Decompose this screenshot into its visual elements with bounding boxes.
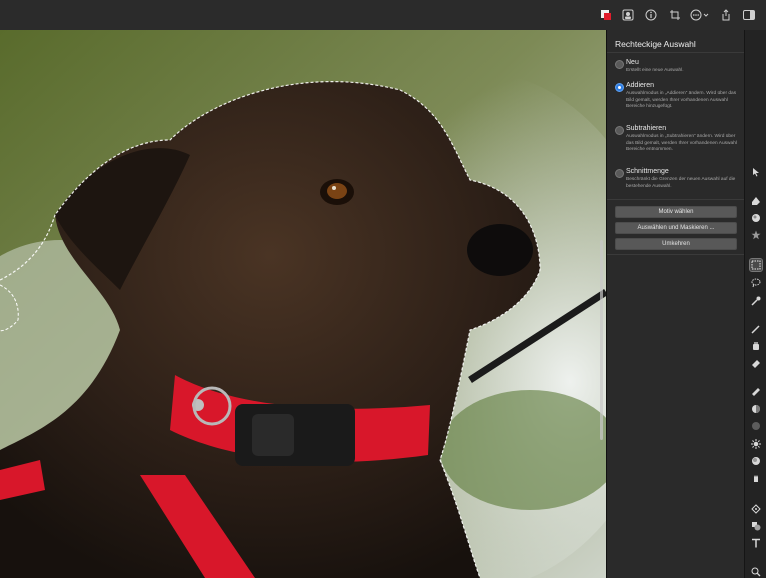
radio-addieren[interactable] bbox=[615, 83, 624, 92]
select-subject-button[interactable]: Motiv wählen bbox=[615, 206, 737, 218]
option-description: Erstellt eine neue Auswahl. bbox=[626, 68, 684, 73]
option-description: Auswahlmodus in „Addieren“ ändern. Wird … bbox=[626, 91, 737, 109]
zoom-icon[interactable] bbox=[750, 566, 762, 578]
divider bbox=[607, 52, 745, 53]
pointer-icon[interactable] bbox=[750, 166, 762, 178]
radio-subtrahieren[interactable] bbox=[615, 126, 624, 135]
brush-icon[interactable] bbox=[750, 323, 762, 335]
tools-sidebar bbox=[744, 30, 766, 578]
vector-pen-icon[interactable] bbox=[750, 503, 762, 515]
shapes-icon[interactable] bbox=[750, 520, 762, 532]
invert-selection-button[interactable]: Umkehren bbox=[615, 238, 737, 250]
crop-rotate-icon[interactable] bbox=[667, 7, 683, 23]
option-label: Subtrahieren bbox=[626, 125, 667, 132]
panel-title: Rechteckige Auswahl bbox=[615, 39, 696, 49]
canvas-scrollbar[interactable] bbox=[600, 240, 603, 440]
rect-select-icon[interactable] bbox=[749, 258, 763, 272]
divider bbox=[607, 199, 745, 200]
dog-photo bbox=[0, 30, 606, 578]
smudge-icon[interactable] bbox=[750, 472, 762, 484]
more-options-icon[interactable] bbox=[690, 7, 712, 23]
color-swatch-icon[interactable] bbox=[598, 7, 614, 23]
option-label: Addieren bbox=[626, 82, 655, 89]
star-icon[interactable] bbox=[750, 229, 762, 241]
text-icon[interactable] bbox=[750, 537, 762, 549]
magic-brush-icon[interactable] bbox=[750, 295, 762, 307]
burn-icon[interactable] bbox=[750, 455, 762, 467]
blob-icon[interactable] bbox=[750, 212, 762, 224]
bandage-icon[interactable] bbox=[750, 386, 762, 398]
stamp-icon[interactable] bbox=[750, 403, 762, 415]
image-canvas[interactable] bbox=[0, 30, 606, 578]
radio-neu[interactable] bbox=[615, 60, 624, 69]
radio-schnittmenge[interactable] bbox=[615, 169, 624, 178]
option-label: Schnittmenge bbox=[626, 168, 669, 175]
sun-icon[interactable] bbox=[750, 438, 762, 450]
share-icon[interactable] bbox=[718, 7, 734, 23]
sphere-icon[interactable] bbox=[750, 420, 762, 432]
pen-icon[interactable] bbox=[750, 195, 762, 207]
info-icon[interactable] bbox=[643, 7, 659, 23]
top-toolbar bbox=[0, 0, 766, 31]
portrait-icon[interactable] bbox=[620, 7, 636, 23]
divider bbox=[607, 254, 745, 255]
sidebar-toggle-icon[interactable] bbox=[741, 7, 757, 23]
lasso-icon[interactable] bbox=[750, 277, 762, 289]
select-and-mask-button[interactable]: Auswählen und Maskieren ... bbox=[615, 222, 737, 234]
selection-panel: Rechteckige Auswahl Neu Erstellt eine ne… bbox=[606, 30, 745, 578]
bucket-icon[interactable] bbox=[750, 340, 762, 352]
eraser-icon[interactable] bbox=[750, 357, 762, 369]
option-description: Auswahlmodus in „Subtrahieren“ ändern. W… bbox=[626, 134, 737, 152]
option-description: Beschränkt die Grenzen der neuen Auswahl… bbox=[626, 177, 736, 189]
option-label: Neu bbox=[626, 59, 639, 66]
